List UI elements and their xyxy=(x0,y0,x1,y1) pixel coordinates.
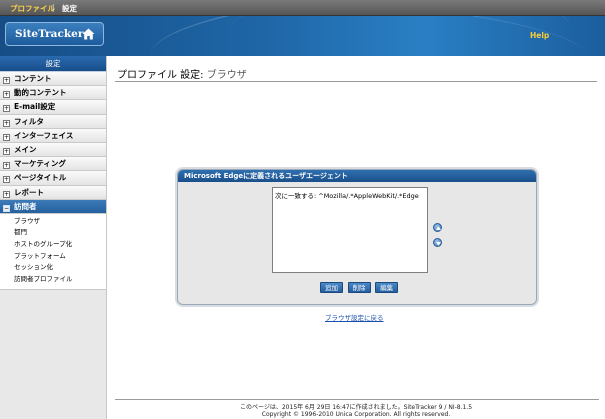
sidebar-item-email-settings[interactable]: + E-mail設定 xyxy=(0,100,106,115)
footer: このページは、2015年 6月 29日 16:47に作成されました。SiteTr… xyxy=(107,404,605,418)
list-item[interactable]: 次に一致する: ^Mozilla/.*AppleWebKit/.*Edge xyxy=(275,190,425,200)
top-bar: プロファイル | 設定 xyxy=(0,0,605,16)
sidebar-item-label: コンテント xyxy=(14,74,52,83)
sidebar-item-label: インターフェイス xyxy=(14,130,74,140)
add-button[interactable]: 追加 xyxy=(320,282,343,293)
subnav-item-sessionization[interactable]: セッション化 xyxy=(0,262,106,274)
sidebar-item-page-title[interactable]: + ページタイトル xyxy=(0,171,106,186)
page-title: プロファイル 設定: ブラウザ xyxy=(117,66,247,81)
sidebar-item-label: レポート xyxy=(14,187,44,197)
sidebar-item-filter[interactable]: + フィルタ xyxy=(0,114,106,129)
sitetracker-logo[interactable]: SiteTracker xyxy=(5,22,104,46)
sidebar-item-content[interactable]: + コンテント xyxy=(0,72,106,87)
expand-icon[interactable]: + xyxy=(3,147,10,155)
panel-title: Microsoft Edgeに定義されるユーザエージェント xyxy=(178,170,536,182)
sidebar-item-visitor[interactable]: − 訪問者 xyxy=(0,199,106,214)
footer-copyright: Copyright © 1996-2010 Unica Corporation.… xyxy=(261,411,451,418)
header-banner: SiteTracker Help xyxy=(0,16,605,56)
move-down-icon[interactable] xyxy=(433,238,442,247)
sidebar-item-label: マーケティング xyxy=(14,159,66,169)
home-icon xyxy=(82,28,95,40)
user-agent-listbox[interactable]: 次に一致する: ^Mozilla/.*AppleWebKit/.*Edge xyxy=(272,187,428,273)
subnav-item-host-grouping[interactable]: ホストのグループ化 xyxy=(0,239,106,251)
sidebar-item-dynamic-content[interactable]: + 動的コンテント xyxy=(0,86,106,101)
main-content: プロファイル 設定: ブラウザ Microsoft Edgeに定義されるユーザエ… xyxy=(107,56,605,419)
logo-text: SiteTracker xyxy=(15,28,84,40)
title-divider xyxy=(115,81,597,82)
expand-icon[interactable]: + xyxy=(3,190,10,198)
page-subtitle: ブラウザ xyxy=(206,70,247,81)
expand-icon[interactable]: + xyxy=(3,77,10,84)
sidebar-item-main[interactable]: + メイン xyxy=(0,142,106,158)
back-to-browser-settings-link[interactable]: ブラウザ設定に戻る xyxy=(325,312,384,322)
subnav-item-visitor-profile[interactable]: 訪問者プロファイル xyxy=(0,274,106,286)
edit-button[interactable]: 編集 xyxy=(375,282,399,293)
sidebar: 設定 + コンテント + 動的コンテント + E-mail設定 + フィルタ + インター… xyxy=(0,56,107,419)
sidebar-item-label: ページタイトル xyxy=(14,173,67,183)
expand-icon[interactable]: + xyxy=(3,162,10,170)
panel-buttons: 追加 削除 編集 xyxy=(320,282,400,293)
expand-icon[interactable]: + xyxy=(3,91,10,99)
move-up-icon[interactable] xyxy=(433,223,442,232)
collapse-icon[interactable]: − xyxy=(3,204,10,212)
profile-link[interactable]: プロファイル xyxy=(10,3,55,14)
subnav-item-browser[interactable]: ブラウザ xyxy=(0,216,106,228)
settings-link[interactable]: 設定 xyxy=(62,3,77,14)
user-agent-panel: Microsoft Edgeに定義されるユーザエージェント 次に一致する: ^M… xyxy=(177,169,537,305)
footer-divider xyxy=(115,399,599,400)
sidebar-item-report[interactable]: + レポート xyxy=(0,185,106,200)
sidebar-item-label: E-mail設定 xyxy=(14,102,56,112)
visitor-subnav: ブラウザ 都門 ホストのグループ化 プラットフォーム セッション化 訪問者プロフ… xyxy=(0,213,106,291)
help-link[interactable]: Help xyxy=(530,31,549,40)
sidebar-item-label: メイン xyxy=(14,144,37,154)
expand-icon[interactable]: + xyxy=(3,176,10,184)
sidebar-item-label: 動的コンテント xyxy=(14,88,67,98)
expand-icon[interactable]: + xyxy=(3,105,10,113)
subnav-item-platform[interactable]: プラットフォーム xyxy=(0,251,106,263)
subnav-item-department[interactable]: 都門 xyxy=(0,227,106,239)
sidebar-title: 設定 xyxy=(0,56,106,72)
topbar-separator: | xyxy=(52,3,55,12)
footer-generated-text: このページは、2015年 6月 29日 16:47に作成されました。SiteTr… xyxy=(239,404,473,411)
page-title-text: プロファイル 設定: xyxy=(117,70,204,81)
sidebar-item-label: 訪問者 xyxy=(14,201,37,211)
expand-icon[interactable]: + xyxy=(3,133,10,141)
delete-button[interactable]: 削除 xyxy=(347,282,371,293)
sidebar-item-interface[interactable]: + インターフェイス xyxy=(0,128,106,143)
sidebar-item-label: フィルタ xyxy=(14,116,44,126)
expand-icon[interactable]: + xyxy=(3,119,10,127)
sidebar-item-marketing[interactable]: + マーケティング xyxy=(0,157,106,172)
